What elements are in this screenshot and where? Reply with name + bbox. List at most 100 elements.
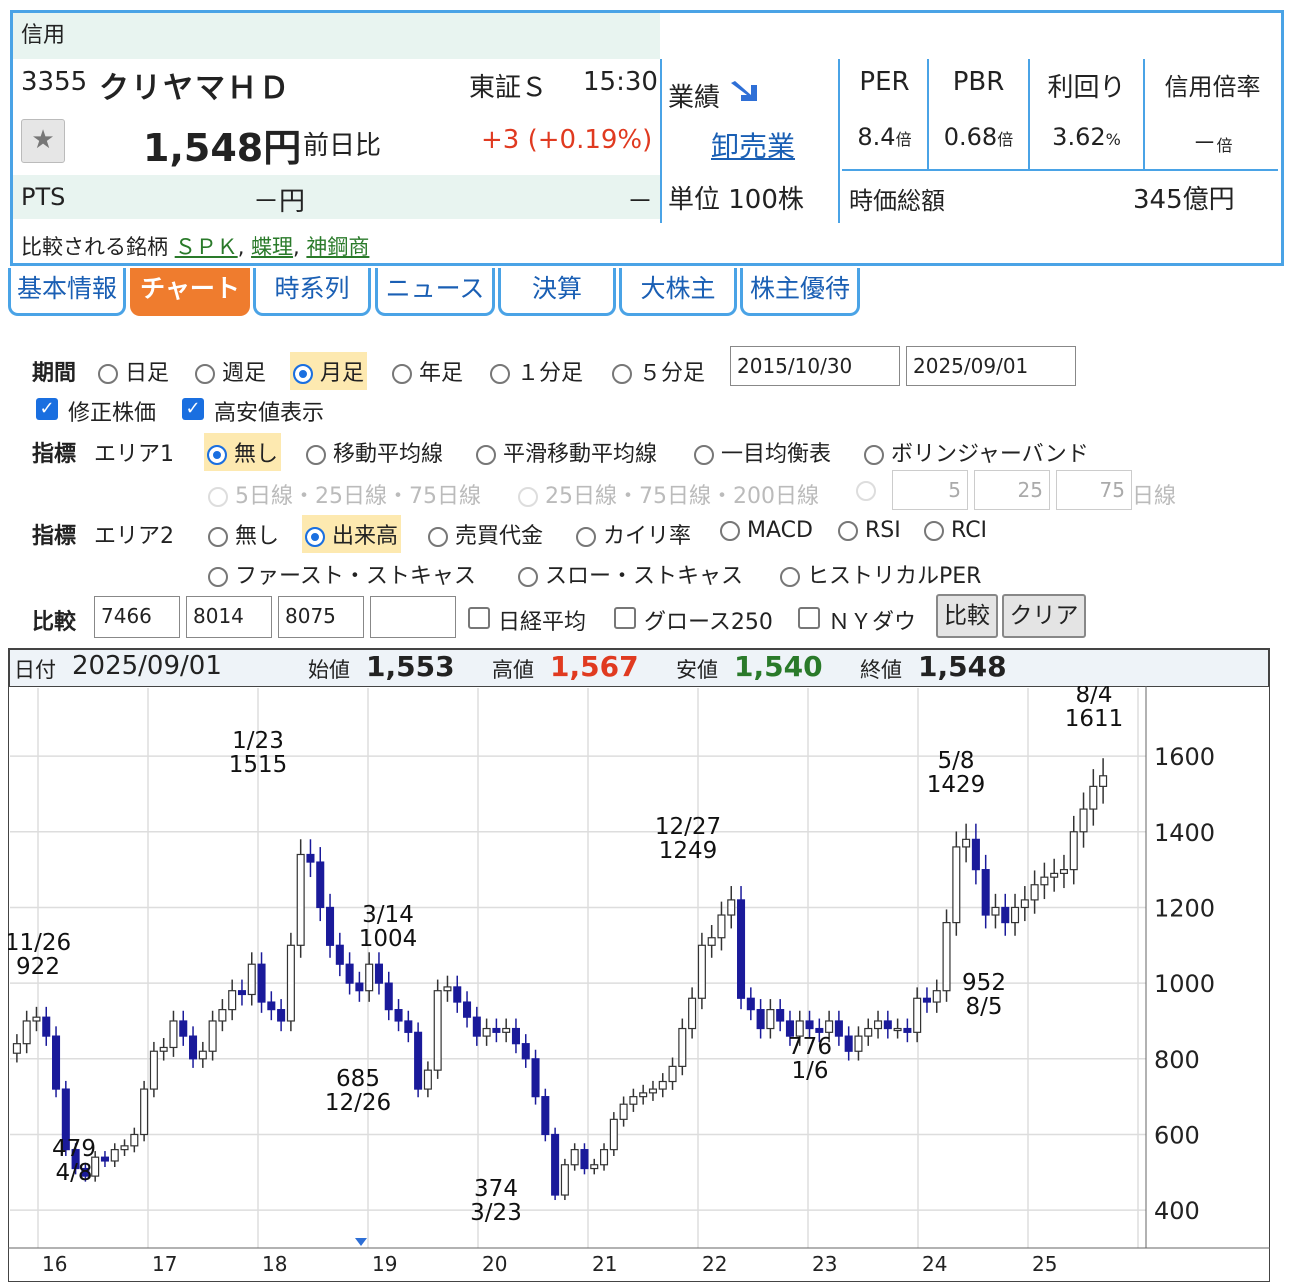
candle-up	[619, 1103, 628, 1120]
area2-turnover-label: 売買代金	[455, 524, 544, 549]
period-5min-label: ５分足	[639, 361, 706, 386]
area2-turnover[interactable]: 売買代金	[428, 518, 543, 550]
nydow-label: ＮＹダウ	[828, 610, 917, 635]
pts-row	[13, 175, 660, 219]
annotation-label: 3/23	[470, 1200, 522, 1226]
candle-up	[707, 937, 716, 946]
clear-button[interactable]: クリア	[1002, 594, 1086, 638]
compare-button[interactable]: 比較	[936, 594, 998, 638]
compare-code-1[interactable]: 7466	[94, 596, 180, 638]
indicator2-label: 指標	[32, 524, 77, 549]
compared-link[interactable]: 蝶理	[251, 235, 293, 259]
candle-down	[551, 1133, 560, 1196]
x-tick-label: 18	[262, 1252, 287, 1276]
adjusted-checkbox[interactable]: ✓	[36, 398, 58, 420]
tab-basic-info[interactable]: 基本情報	[8, 268, 126, 316]
candle-up	[296, 853, 305, 946]
annotation-label: 1004	[359, 926, 418, 952]
compared-link[interactable]: ＳＰＫ	[175, 235, 238, 259]
ma-input-1[interactable]: 5	[892, 470, 968, 510]
candle-up	[1020, 899, 1029, 909]
candle-down	[267, 1001, 276, 1011]
candle-down	[335, 944, 344, 965]
candle-up	[423, 1069, 432, 1090]
growth250-checkbox[interactable]	[614, 607, 636, 629]
area1-bollinger[interactable]: ボリンジャーバンド	[864, 436, 1089, 468]
area1-ma[interactable]: 移動平均線	[306, 436, 443, 468]
area2-slow-stoch[interactable]: スロー・ストキャス	[518, 558, 743, 590]
candle-down	[472, 1016, 481, 1037]
tab-shareholders[interactable]: 大株主	[619, 268, 737, 316]
price-chart[interactable]: 11/26922 4794/8 1/231515 3/141004 68512/26 37…	[8, 686, 1270, 1282]
tab-time-series[interactable]: 時系列	[253, 268, 371, 316]
annotation-label: 1/23	[232, 728, 284, 754]
period-5min[interactable]: ５分足	[612, 355, 705, 387]
pbr-unit: 倍	[997, 130, 1014, 149]
x-tick-label: 24	[922, 1252, 947, 1276]
annotation-label: 374	[474, 1176, 518, 1202]
period-month-label: 月足	[320, 361, 365, 386]
area2-rci[interactable]: RCI	[924, 518, 987, 543]
radio-selected-icon	[207, 445, 227, 465]
radio-icon	[924, 521, 944, 541]
radio-icon	[428, 527, 448, 547]
area2-macd[interactable]: MACD	[720, 518, 813, 543]
date-to-input[interactable]: 2025/09/01	[906, 346, 1076, 386]
compare-code-3[interactable]: 8075	[278, 596, 364, 638]
period-week[interactable]: 週足	[195, 355, 266, 387]
radio-icon	[780, 567, 800, 587]
ohlc-bar: 日付 2025/09/01 始値 1,553 高値 1,567 安値 1,540…	[8, 648, 1270, 688]
tab-chart[interactable]: チャート	[130, 268, 250, 316]
period-month[interactable]: 月足	[290, 352, 368, 390]
area2-volume[interactable]: 出来高	[302, 515, 402, 553]
area1-none[interactable]: 無し	[204, 433, 282, 471]
candle-up	[854, 1035, 863, 1052]
sector-link[interactable]: 卸売業	[711, 125, 795, 165]
ma-preset-1[interactable]: 5日線・25日線・75日線	[208, 478, 481, 510]
pts-label: PTS	[21, 183, 66, 211]
candle-down	[756, 1009, 765, 1030]
favorite-star-button[interactable]: ★	[21, 119, 65, 163]
star-icon: ★	[31, 125, 55, 155]
area2-none[interactable]: 無し	[208, 518, 279, 550]
area1-ichimoku[interactable]: 一目均衡表	[694, 436, 831, 468]
annotation-label: 1429	[927, 772, 986, 798]
tab-benefits[interactable]: 株主優待	[740, 268, 860, 316]
area2-hist-per[interactable]: ヒストリカルPER	[780, 558, 981, 590]
indicator1-label: 指標	[32, 442, 77, 467]
tab-news[interactable]: ニュース	[375, 268, 495, 316]
area1-ema[interactable]: 平滑移動平均線	[476, 436, 657, 468]
candle-down	[971, 838, 980, 871]
compare-code-2[interactable]: 8014	[186, 596, 272, 638]
area2-rsi-label: RSI	[865, 518, 901, 543]
area2-deviation[interactable]: カイリ率	[576, 518, 691, 550]
radio-icon	[576, 527, 596, 547]
candle-up	[639, 1092, 648, 1098]
ma-input-2[interactable]: 25	[974, 470, 1050, 510]
date-from-input[interactable]: 2015/10/30	[730, 346, 900, 386]
candle-up	[629, 1096, 638, 1105]
area2-rsi[interactable]: RSI	[838, 518, 901, 543]
ma-preset-2[interactable]: 25日線・75日線・200日線	[518, 478, 819, 510]
tab-earnings[interactable]: 決算	[498, 268, 616, 316]
pbr-title: PBR	[952, 67, 1005, 97]
period-year[interactable]: 年足	[392, 355, 463, 387]
candle-up	[228, 990, 237, 1011]
nikkei-checkbox[interactable]	[468, 607, 490, 629]
y-tick-label: 1600	[1154, 743, 1215, 771]
period-day-label: 日足	[125, 361, 170, 386]
hilo-checkbox[interactable]: ✓	[182, 398, 204, 420]
candle-up	[247, 963, 256, 996]
nydow-checkbox[interactable]	[798, 607, 820, 629]
period-day[interactable]: 日足	[98, 355, 169, 387]
price-change: +3 (+0.19%)	[481, 125, 653, 155]
ma-custom[interactable]	[856, 478, 876, 503]
annotation-label: 952	[962, 970, 1006, 996]
compared-link[interactable]: 神鋼商	[306, 235, 369, 259]
compare-code-4[interactable]	[370, 596, 456, 638]
area2-fast-stoch[interactable]: ファースト・ストキャス	[208, 558, 476, 590]
period-1min[interactable]: １分足	[490, 355, 583, 387]
date-label: 日付	[14, 658, 56, 682]
ma-input-3[interactable]: 75	[1056, 470, 1132, 510]
radio-icon	[518, 567, 538, 587]
